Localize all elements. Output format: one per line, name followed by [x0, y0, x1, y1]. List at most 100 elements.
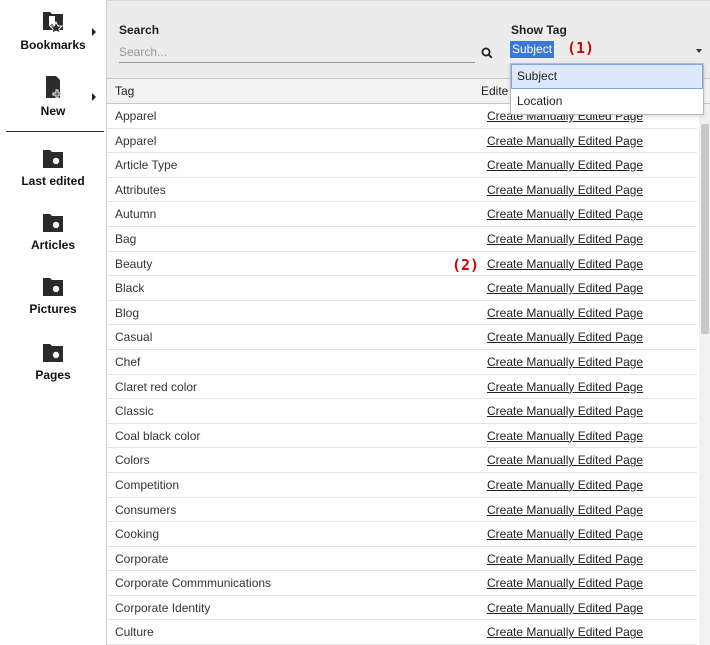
- show-tag-select[interactable]: Subject: [508, 40, 704, 62]
- folder-search-icon: [43, 278, 63, 296]
- submenu-arrow-icon: [92, 93, 96, 101]
- tag-cell: Corporate: [115, 551, 169, 566]
- table-row: Claret red color Create Manually Edited P…: [107, 375, 697, 400]
- create-manually-edited-page-link[interactable]: Create Manually Edited Page: [487, 257, 643, 271]
- table-row: Consumers Create Manually Edited Page: [107, 498, 697, 523]
- tag-cell: Attributes: [115, 182, 166, 197]
- sidebar-item-label: Articles: [30, 238, 76, 252]
- vertical-scrollbar[interactable]: [699, 104, 710, 645]
- create-manually-edited-page-link[interactable]: Create Manually Edited Page: [487, 576, 643, 590]
- create-manually-edited-page-link[interactable]: Create Manually Edited Page: [487, 503, 643, 517]
- create-manually-edited-page-link[interactable]: Create Manually Edited Page: [487, 158, 643, 172]
- table-row: Corporate Commmunications Create Manually…: [107, 571, 697, 596]
- show-tag-selected-value: Subject: [510, 41, 555, 58]
- create-manually-edited-page-link[interactable]: Create Manually Edited Page: [487, 183, 643, 197]
- sidebar-item-label: New: [40, 104, 66, 118]
- create-manually-edited-page-link[interactable]: Create Manually Edited Page: [487, 281, 643, 295]
- table-row: Corporate Identity Create Manually Edited…: [107, 596, 697, 621]
- create-manually-edited-page-link[interactable]: Create Manually Edited Page: [487, 134, 643, 148]
- create-manually-edited-page-link[interactable]: Create Manually Edited Page: [487, 429, 643, 443]
- dropdown-option-subject[interactable]: Subject: [511, 64, 703, 89]
- create-manually-edited-page-link[interactable]: Create Manually Edited Page: [487, 306, 643, 320]
- folder-search-icon: [43, 150, 63, 168]
- create-manually-edited-page-link[interactable]: Create Manually Edited Page: [487, 330, 643, 344]
- tag-cell: Consumers: [115, 502, 177, 517]
- create-manually-edited-page-link[interactable]: Create Manually Edited Page: [487, 404, 643, 418]
- sidebar-item-label: Last edited: [21, 174, 85, 188]
- sidebar-item-articles[interactable]: Articles: [0, 210, 106, 252]
- table-row: Competition Create Manually Edited Page: [107, 473, 697, 498]
- column-header-edited[interactable]: Edite: [481, 84, 508, 98]
- search-input[interactable]: [119, 41, 475, 63]
- search-icon[interactable]: [481, 47, 493, 59]
- show-tag-dropdown: Subject Location: [510, 63, 704, 115]
- table-row: Classic Create Manually Edited Page: [107, 399, 697, 424]
- sidebar-item-pictures[interactable]: Pictures: [0, 274, 106, 316]
- tag-cell: Blog: [115, 305, 140, 320]
- table-row: Colors Create Manually Edited Page: [107, 448, 697, 473]
- table-row: Beauty Create Manually Edited Page: [107, 252, 697, 277]
- table-row: Corporate Create Manually Edited Page: [107, 547, 697, 572]
- table-row: Autumn Create Manually Edited Page: [107, 202, 697, 227]
- table-row: Blog Create Manually Edited Page: [107, 301, 697, 326]
- sidebar-item-pages[interactable]: Pages: [0, 340, 106, 382]
- table-row: Bag Create Manually Edited Page: [107, 227, 697, 252]
- bookmark-folder-icon: [43, 12, 64, 34]
- create-manually-edited-page-link[interactable]: Create Manually Edited Page: [487, 207, 643, 221]
- sidebar-item-label: Pages: [35, 368, 71, 382]
- tag-cell: Beauty: [115, 256, 153, 271]
- tag-cell: Corporate Identity: [115, 600, 211, 615]
- tag-cell: Cooking: [115, 527, 160, 542]
- create-manually-edited-page-link[interactable]: Create Manually Edited Page: [487, 380, 643, 394]
- create-manually-edited-page-link[interactable]: Create Manually Edited Page: [487, 355, 643, 369]
- table-row: Cooking Create Manually Edited Page: [107, 522, 697, 547]
- create-manually-edited-page-link[interactable]: Create Manually Edited Page: [487, 625, 643, 639]
- search-label: Search: [119, 23, 160, 37]
- table-row: Black Create Manually Edited Page: [107, 276, 697, 301]
- tag-cell: Colors: [115, 453, 150, 468]
- sidebar-item-bookmarks[interactable]: Bookmarks: [0, 6, 106, 52]
- tag-cell: Claret red color: [115, 379, 198, 394]
- create-manually-edited-page-link[interactable]: Create Manually Edited Page: [487, 478, 643, 492]
- tag-cell: Article Type: [115, 158, 178, 173]
- sidebar-item-new[interactable]: New: [0, 72, 106, 118]
- tag-cell: Classic: [115, 404, 154, 419]
- create-manually-edited-page-link[interactable]: Create Manually Edited Page: [487, 527, 643, 541]
- tag-cell: Casual: [115, 330, 153, 345]
- tag-cell: Black: [115, 281, 145, 296]
- tag-cell: Apparel: [115, 109, 157, 123]
- tag-cell: Coal black color: [115, 428, 201, 443]
- main-panel: Search Show Tag Subject (1) Tag Edite Su…: [106, 0, 710, 645]
- tag-cell: Bag: [115, 231, 137, 246]
- tag-cell: Apparel: [115, 133, 157, 148]
- table-row: Article Type Create Manually Edited Page: [107, 153, 697, 178]
- annotation-marker-2: (2): [452, 256, 480, 274]
- create-manually-edited-page-link[interactable]: Create Manually Edited Page: [487, 552, 643, 566]
- submenu-arrow-icon: [92, 28, 96, 36]
- dropdown-option-location[interactable]: Location: [511, 89, 703, 114]
- sidebar-item-label: Bookmarks: [20, 38, 86, 52]
- tag-cell: Culture: [115, 625, 154, 640]
- table-row: Attributes Create Manually Edited Page: [107, 178, 697, 203]
- scrollbar-thumb[interactable]: [701, 124, 709, 334]
- create-manually-edited-page-link[interactable]: Create Manually Edited Page: [487, 601, 643, 615]
- show-tag-label: Show Tag: [511, 23, 567, 37]
- sidebar: Bookmarks New Last edited Articles Pictu…: [0, 0, 106, 645]
- folder-search-icon: [43, 214, 63, 232]
- tag-cell: Competition: [115, 477, 180, 492]
- create-manually-edited-page-link[interactable]: Create Manually Edited Page: [487, 453, 643, 467]
- tag-cell: Corporate Commmunications: [115, 576, 272, 591]
- sidebar-item-label: Pictures: [29, 302, 77, 316]
- column-header-tag[interactable]: Tag: [115, 84, 134, 98]
- tag-cell: Chef: [115, 354, 141, 369]
- table-row: Chef Create Manually Edited Page: [107, 350, 697, 375]
- create-manually-edited-page-link[interactable]: Create Manually Edited Page: [487, 232, 643, 246]
- sidebar-divider: [6, 131, 104, 132]
- chevron-down-icon[interactable]: [696, 49, 702, 53]
- table-row: Coal black color Create Manually Edited P…: [107, 424, 697, 449]
- sidebar-item-last-edited[interactable]: Last edited: [0, 146, 106, 188]
- annotation-marker-1: (1): [567, 39, 595, 57]
- table-row: Casual Create Manually Edited Page: [107, 325, 697, 350]
- table-row: Apparel Create Manually Edited Page: [107, 129, 697, 154]
- table-row: Culture Create Manually Edited Page: [107, 620, 697, 645]
